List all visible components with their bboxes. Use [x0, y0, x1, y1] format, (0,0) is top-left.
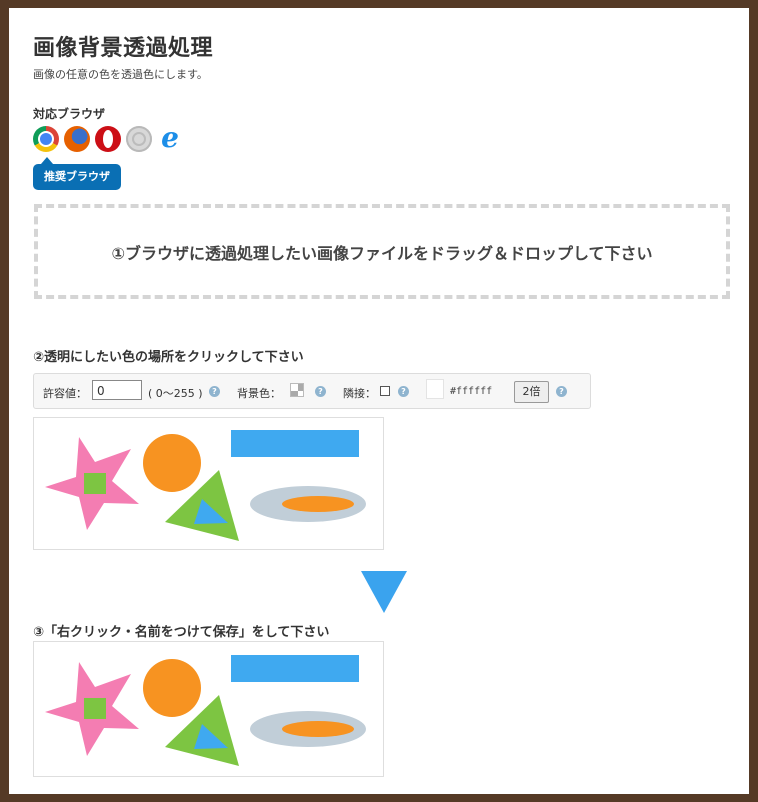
supported-browsers-label: 対応ブラウザ	[33, 107, 106, 121]
orange-circle	[143, 434, 201, 492]
zoom-2x-button[interactable]: 2倍	[514, 381, 549, 403]
background-color-label: 背景色：	[237, 387, 281, 400]
blue-rectangle	[231, 655, 359, 682]
selected-color-swatch	[426, 379, 444, 399]
result-image	[45, 655, 366, 766]
orange-ellipse	[282, 496, 354, 512]
adjacent-checkbox[interactable]	[380, 386, 390, 396]
tolerance-range-text: ( 0〜255 )	[148, 387, 203, 400]
zoom-help-icon[interactable]: ?	[556, 386, 567, 397]
browser-icons: e	[33, 121, 183, 154]
selected-color-hex: #ffffff	[450, 386, 493, 397]
orange-circle	[143, 659, 201, 717]
recommended-browser-badge: 推奨ブラウザ	[33, 157, 121, 190]
result-image-canvas[interactable]	[33, 641, 384, 777]
green-square	[84, 473, 106, 494]
file-dropzone[interactable]: ①ブラウザに透過処理したい画像ファイルをドラッグ＆ドロップして下さい	[34, 204, 730, 299]
down-arrow-icon	[361, 571, 407, 613]
background-help-icon[interactable]: ?	[315, 386, 326, 397]
app-frame: 画像背景透過処理 画像の任意の色を透過色にします。 対応ブラウザ e 推奨ブラウ…	[0, 0, 758, 802]
background-checker-toggle[interactable]	[290, 383, 304, 397]
ie-icon: e	[161, 121, 179, 154]
source-image	[45, 430, 366, 541]
green-square	[84, 698, 106, 719]
safari-icon	[126, 126, 152, 152]
tolerance-help-icon[interactable]: ?	[209, 386, 220, 397]
step2-heading: ②透明にしたい色の場所をクリックして下さい	[33, 350, 304, 365]
opera-icon	[95, 126, 121, 152]
options-toolbar: 許容値： 0 ( 0〜255 ) ? 背景色： ? 隣接： ? #ffffff …	[33, 373, 591, 409]
page-title: 画像背景透過処理	[33, 36, 214, 61]
tolerance-input[interactable]: 0	[92, 380, 142, 400]
blue-rectangle	[231, 430, 359, 457]
adjacent-label: 隣接：	[343, 387, 376, 400]
tolerance-label: 許容値：	[43, 387, 87, 400]
step3-heading: ③「右クリック・名前をつけて保存」をして下さい	[33, 625, 330, 640]
page-subtitle: 画像の任意の色を透過色にします。	[33, 68, 208, 81]
adjacent-help-icon[interactable]: ?	[398, 386, 409, 397]
orange-ellipse	[282, 721, 354, 737]
source-image-canvas[interactable]	[33, 417, 384, 550]
firefox-icon	[64, 126, 90, 152]
chrome-icon	[33, 126, 59, 152]
dropzone-instruction: ①ブラウザに透過処理したい画像ファイルをドラッグ＆ドロップして下さい	[111, 243, 653, 263]
